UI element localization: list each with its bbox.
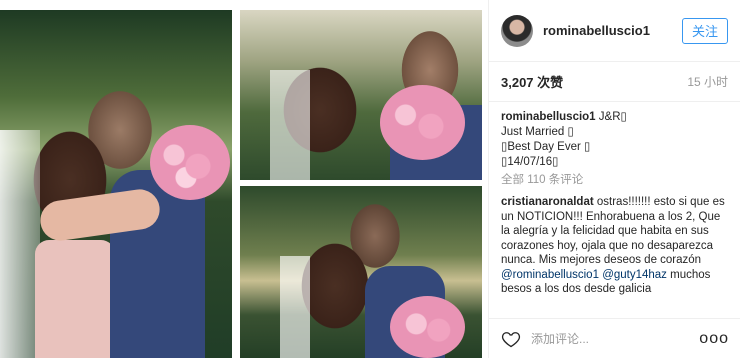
veil: [270, 70, 310, 180]
caption-username[interactable]: rominabelluscio1: [501, 111, 596, 123]
more-options-icon[interactable]: ooo: [699, 330, 729, 347]
caption-line: Just Married ▯: [501, 126, 574, 138]
caption-text: J&R▯: [598, 111, 627, 123]
post-meta: 3,207 次赞 15 小时: [489, 62, 740, 102]
bouquet: [380, 85, 465, 160]
bouquet: [390, 296, 465, 358]
post-time: 15 小时: [687, 75, 728, 89]
likes-count[interactable]: 3,207 次赞: [501, 72, 687, 91]
view-all-comments-link[interactable]: 全部 110 条评论: [501, 173, 728, 188]
heart-icon[interactable]: [501, 329, 521, 349]
post-caption: rominabelluscio1 J&R▯ Just Married ▯ ▯Be…: [489, 102, 740, 188]
post-sidebar: rominabelluscio1 关注 3,207 次赞 15 小时 romin…: [488, 0, 740, 358]
wedding-photo-hug-top[interactable]: [240, 10, 482, 180]
caption-line: ▯Best Day Ever ▯: [501, 141, 591, 153]
add-comment-input[interactable]: [531, 331, 700, 346]
comment-item: cristianaronaldat ostras!!!!!!! esto si …: [489, 188, 740, 328]
caption-line: ▯14/07/16▯: [501, 156, 559, 168]
follow-button[interactable]: 关注: [682, 17, 728, 44]
post-header: rominabelluscio1 关注: [489, 0, 740, 62]
veil: [0, 130, 40, 358]
bride-dress: [35, 240, 115, 358]
post-footer: ooo: [489, 318, 740, 358]
wedding-photo-hug-bottom[interactable]: [240, 186, 482, 358]
avatar[interactable]: [501, 14, 533, 47]
comment-mention[interactable]: @rominabelluscio1: [501, 269, 599, 281]
comment-mention[interactable]: @guty14haz: [602, 269, 667, 281]
veil: [280, 256, 310, 358]
wedding-photo-kiss[interactable]: [0, 10, 232, 358]
header-username[interactable]: rominabelluscio1: [543, 23, 682, 38]
comment-username[interactable]: cristianaronaldat: [501, 196, 594, 208]
post-photo-grid: [0, 0, 488, 358]
bouquet: [150, 125, 230, 200]
caption-first-line: rominabelluscio1 J&R▯: [501, 110, 728, 125]
